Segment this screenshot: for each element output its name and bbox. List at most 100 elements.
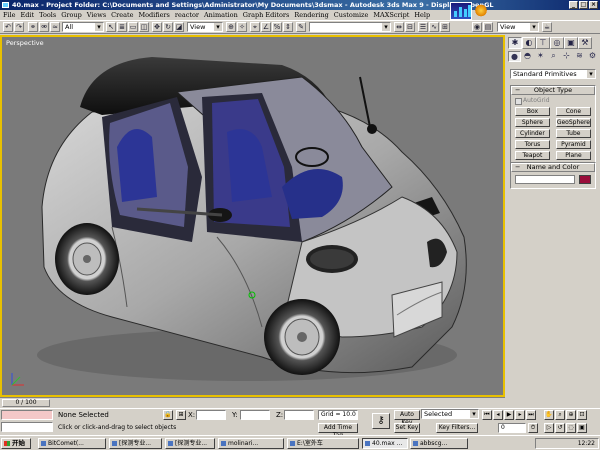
spinner-snap-icon[interactable]: ⇕	[283, 22, 293, 32]
snap-3d-icon[interactable]: ⌖	[250, 22, 260, 32]
selection-filter-dropdown[interactable]: All	[62, 22, 104, 32]
curve-editor-icon[interactable]: ∿	[429, 22, 439, 32]
pan-icon[interactable]: ✋	[544, 410, 554, 420]
select-link-icon[interactable]: ⚭	[28, 22, 38, 32]
maxscript-mini-listener[interactable]	[1, 422, 53, 432]
named-selection-dropdown[interactable]	[309, 22, 391, 32]
absolute-mode-icon[interactable]: ⊞	[176, 410, 186, 420]
pivot-center-icon[interactable]: ⊕	[226, 22, 236, 32]
sphere-button[interactable]: Sphere	[515, 118, 550, 127]
angle-snap-icon[interactable]: ∠	[261, 22, 271, 32]
menu-modifiers[interactable]: Modifiers	[138, 10, 169, 20]
undo-icon[interactable]: ↶	[3, 22, 13, 32]
taskbar-item[interactable]: [探测专业...	[165, 438, 215, 449]
menu-tools[interactable]: Tools	[39, 10, 56, 20]
geosphere-button[interactable]: GeoSphere	[555, 118, 591, 127]
quick-render-icon[interactable]: ☕	[542, 22, 552, 32]
menu-maxscript[interactable]: MAXScript	[373, 10, 409, 20]
fov-icon[interactable]: ▷	[544, 423, 554, 433]
menu-reactor[interactable]: reactor	[175, 10, 199, 20]
current-frame-field[interactable]: 0	[498, 423, 526, 433]
name-color-header[interactable]: Name and Color	[511, 163, 595, 172]
manipulate-icon[interactable]: ✧	[237, 22, 247, 32]
geometry-icon[interactable]: ●	[508, 51, 521, 62]
edit-named-selection-icon[interactable]: ✎	[296, 22, 306, 32]
menu-rendering[interactable]: Rendering	[294, 10, 328, 20]
select-object-icon[interactable]: ↖	[106, 22, 116, 32]
display-tab-icon[interactable]: ▣	[564, 37, 578, 49]
shapes-icon[interactable]: ◓	[521, 51, 534, 62]
select-by-name-icon[interactable]: ≣	[117, 22, 127, 32]
play-icon[interactable]: ▶	[504, 410, 514, 420]
render-view-dropdown[interactable]: View	[497, 22, 539, 32]
scale-icon[interactable]: ◪	[174, 22, 184, 32]
auto-key-button[interactable]: Auto Key	[394, 410, 420, 426]
teapot-button[interactable]: Teapot	[515, 151, 550, 160]
minimize-button[interactable]: _	[569, 1, 578, 9]
zoom-all-icon[interactable]: ⊕	[566, 410, 576, 420]
lock-selection-icon[interactable]: 🔒	[163, 410, 173, 420]
torus-button[interactable]: Torus	[515, 140, 550, 149]
plane-button[interactable]: Plane	[555, 151, 591, 160]
modify-tab-icon[interactable]: ◐	[522, 37, 536, 49]
redo-icon[interactable]: ↷	[14, 22, 24, 32]
lights-icon[interactable]: ✶	[534, 51, 547, 62]
render-setup-icon[interactable]: ▤	[483, 22, 493, 32]
taskbar-item[interactable]: BitComet(...	[38, 438, 106, 449]
go-to-end-icon[interactable]: ⏭	[526, 410, 536, 420]
maximize-viewport-icon[interactable]: ▣	[577, 423, 587, 433]
mirror-icon[interactable]: ⇹	[394, 22, 404, 32]
set-key-button[interactable]: Set Key	[394, 423, 420, 433]
z-coord-field[interactable]	[284, 410, 314, 420]
motion-tab-icon[interactable]: ◎	[550, 37, 564, 49]
taskbar-item[interactable]: abbscg...	[410, 438, 468, 449]
zoom-extents-icon[interactable]: ⊡	[577, 410, 587, 420]
create-tab-icon[interactable]: ✱	[508, 37, 522, 49]
menu-edit[interactable]: Edit	[21, 10, 35, 20]
ref-coord-dropdown[interactable]: View	[187, 22, 223, 32]
maximize-button[interactable]: □	[579, 1, 588, 9]
taskbar-item[interactable]: 40.max ...	[362, 438, 408, 449]
previous-frame-icon[interactable]: ◂	[493, 410, 503, 420]
menu-group[interactable]: Group	[61, 10, 82, 20]
car-model[interactable]	[2, 37, 503, 395]
move-icon[interactable]: ✥	[152, 22, 162, 32]
key-filters-button[interactable]: Key Filters...	[436, 423, 478, 433]
systems-icon[interactable]: ⚙	[586, 51, 599, 62]
rotate-icon[interactable]: ↻	[163, 22, 173, 32]
menu-create[interactable]: Create	[111, 10, 133, 20]
material-editor-icon[interactable]: ◉	[472, 22, 482, 32]
orbit-icon[interactable]: ◌	[566, 423, 576, 433]
pyramid-button[interactable]: Pyramid	[555, 140, 591, 149]
taskbar-item[interactable]: [探测专业...	[109, 438, 162, 449]
rect-selection-icon[interactable]: ▭	[128, 22, 138, 32]
x-coord-field[interactable]	[196, 410, 226, 420]
menu-help[interactable]: Help	[414, 10, 430, 20]
space-warps-icon[interactable]: ≋	[573, 51, 586, 62]
helpers-icon[interactable]: ⊹	[560, 51, 573, 62]
maxscript-listener[interactable]	[1, 410, 53, 420]
bind-space-warp-icon[interactable]: ≈	[50, 22, 60, 32]
arc-rotate-icon[interactable]: ↺	[555, 423, 565, 433]
key-mode-dropdown[interactable]: Selected	[421, 409, 479, 419]
menu-animation[interactable]: Animation	[204, 10, 238, 20]
time-config-icon[interactable]: ⏱	[528, 423, 538, 433]
cone-button[interactable]: Cone	[555, 107, 591, 116]
y-coord-field[interactable]	[240, 410, 270, 420]
window-crossing-icon[interactable]: ◫	[139, 22, 149, 32]
add-time-tag-button[interactable]: Add Time Tag	[318, 423, 358, 439]
hierarchy-tab-icon[interactable]: ⊤	[536, 37, 550, 49]
category-dropdown[interactable]: Standard Primitives	[510, 69, 596, 79]
perspective-viewport[interactable]: Perspective	[0, 35, 505, 397]
percent-snap-icon[interactable]: %	[272, 22, 282, 32]
menu-graph-editors[interactable]: Graph Editors	[243, 10, 290, 20]
align-icon[interactable]: ⊟	[405, 22, 415, 32]
layer-manager-icon[interactable]: ☰	[418, 22, 428, 32]
autogrid-checkbox[interactable]: AutoGrid	[511, 95, 595, 105]
key-icon[interactable]: ⚷	[372, 413, 390, 429]
taskbar-item[interactable]: molinari...	[218, 438, 284, 449]
go-to-start-icon[interactable]: ⏮	[482, 410, 492, 420]
utilities-tab-icon[interactable]: ⚒	[578, 37, 592, 49]
schematic-view-icon[interactable]: ⊞	[440, 22, 450, 32]
tube-button[interactable]: Tube	[555, 129, 591, 138]
